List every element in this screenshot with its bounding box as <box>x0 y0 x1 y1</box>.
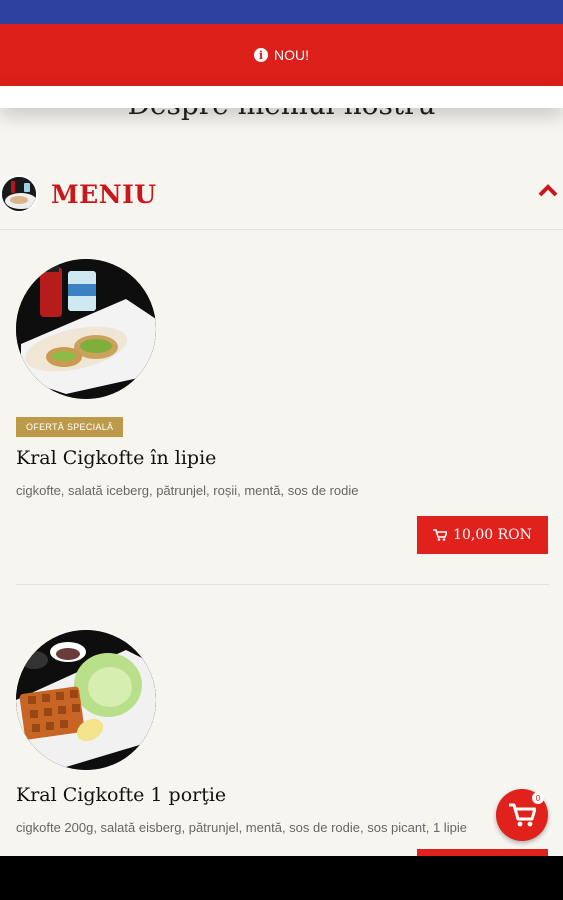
product-description: cigkofte, salată iceberg, pătrunjel, roș… <box>16 483 359 498</box>
system-nav-bar <box>0 856 563 900</box>
cart-icon <box>509 803 536 827</box>
chevron-up-icon[interactable] <box>537 180 559 202</box>
banner-label: NOU! <box>274 47 309 63</box>
cart-icon <box>433 529 448 541</box>
header-divider <box>0 229 563 230</box>
product-card: Kral Cigkofte 1 porţie cigkofte 200g, sa… <box>16 630 549 835</box>
add-to-cart-button[interactable]: 10,00 RON <box>417 516 548 554</box>
product-card: OFERTĂ SPECIALĂ Kral Cigkofte în lipie c… <box>16 259 549 498</box>
header-strip <box>0 86 563 108</box>
info-icon: i <box>254 48 268 62</box>
special-offer-badge: OFERTĂ SPECIALĂ <box>16 417 124 437</box>
product-name[interactable]: Kral Cigkofte 1 porţie <box>16 784 549 806</box>
menu-section-header[interactable]: MENIU <box>0 160 563 228</box>
new-banner[interactable]: i NOU! <box>0 24 563 86</box>
product-name[interactable]: Kral Cigkofte în lipie <box>16 447 549 469</box>
cart-count-badge: 0 <box>532 792 544 804</box>
menu-avatar <box>0 175 38 213</box>
product-image[interactable] <box>16 259 156 399</box>
price-label: 10,00 RON <box>453 527 532 543</box>
status-bar <box>0 0 563 24</box>
product-image[interactable] <box>16 630 156 770</box>
menu-title: MENIU <box>51 179 157 209</box>
product-divider <box>16 584 549 585</box>
product-description: cigkofte 200g, salată eisberg, pătrunjel… <box>16 820 467 835</box>
